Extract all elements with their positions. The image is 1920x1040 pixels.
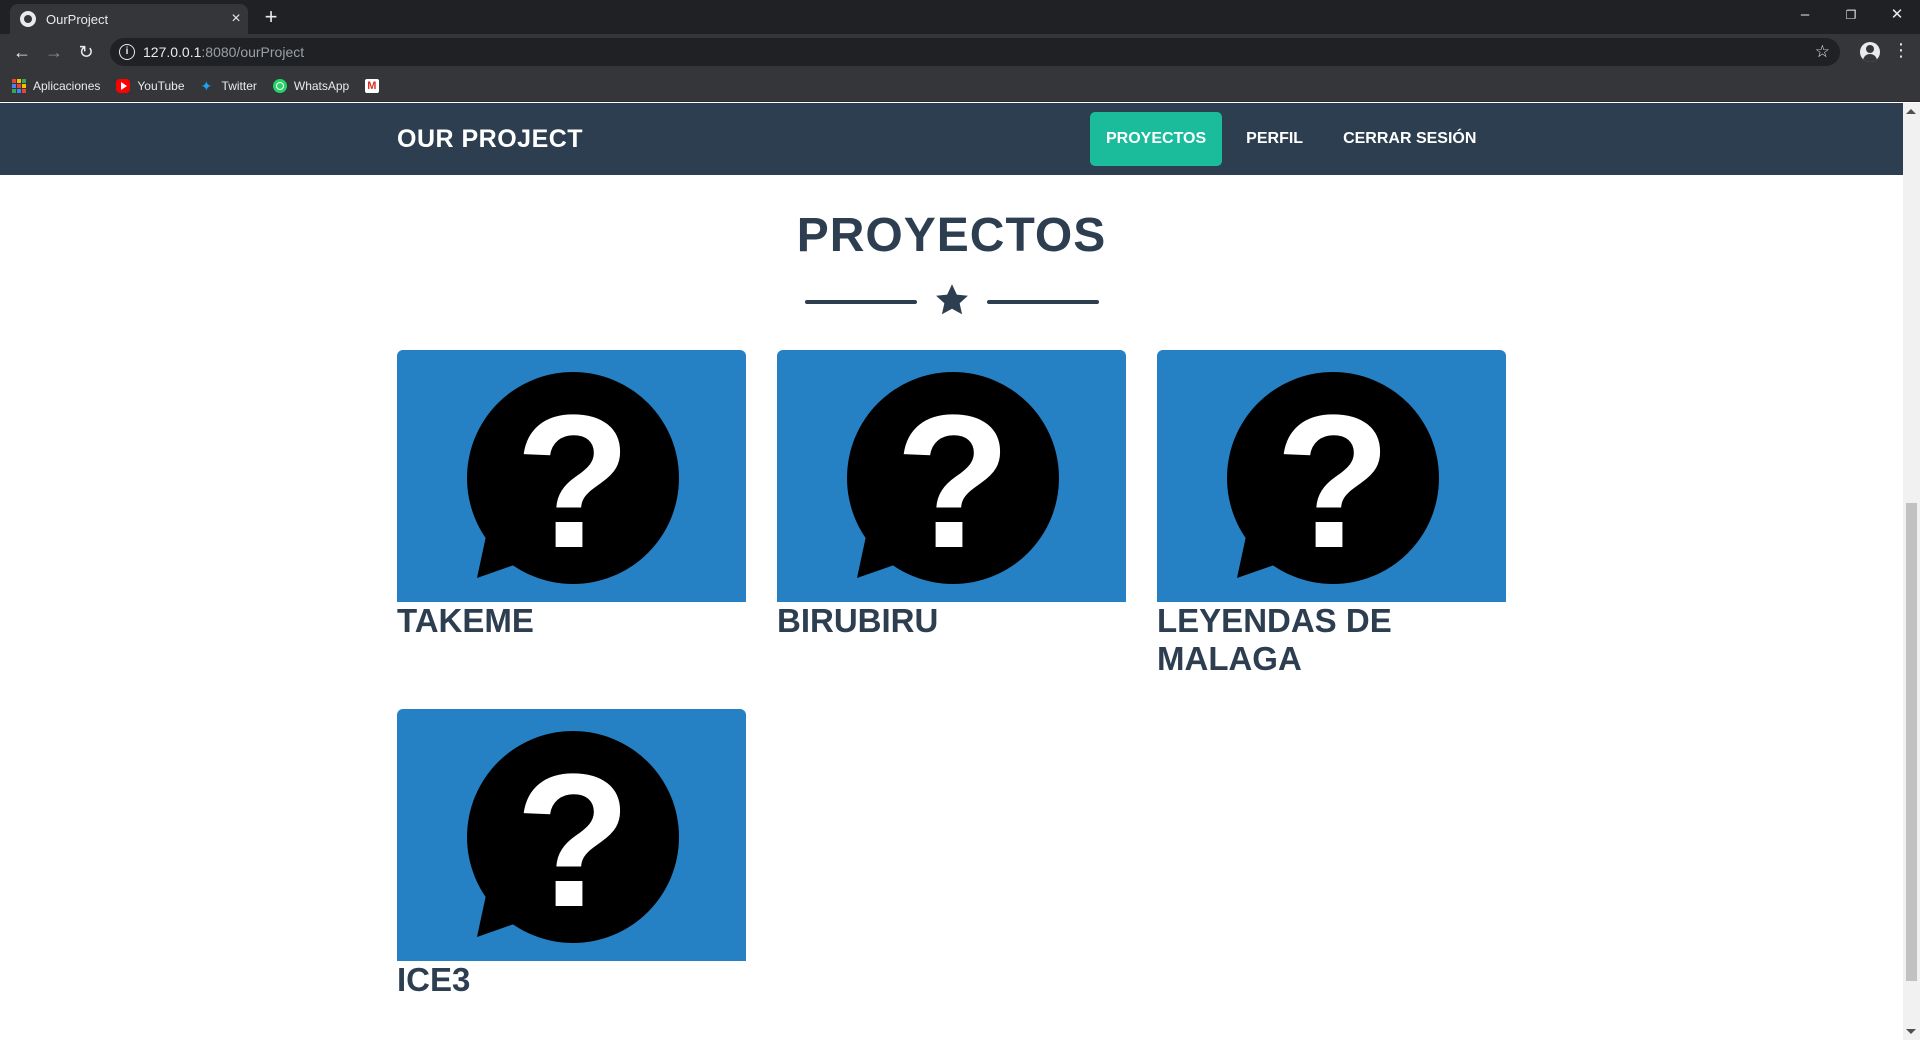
nav-perfil[interactable]: PERFIL xyxy=(1230,112,1319,166)
browser-tab[interactable]: OurProject × xyxy=(10,4,248,34)
youtube-icon xyxy=(116,78,131,93)
question-bubble-icon: ? xyxy=(1227,372,1439,584)
twitter-icon: ✦ xyxy=(200,77,213,94)
bookmark-label: WhatsApp xyxy=(293,78,350,93)
bookmark-label: Twitter xyxy=(221,78,257,93)
question-bubble-icon: ? xyxy=(467,372,679,584)
browser-tab-bar: OurProject × + – ❐ ✕ xyxy=(0,0,1920,34)
back-arrow-icon[interactable]: ← xyxy=(6,36,38,68)
divider-line-left xyxy=(805,300,917,304)
bookmark-whatsapp[interactable]: WhatsApp xyxy=(272,78,350,93)
svg-text:?: ? xyxy=(1275,376,1391,584)
project-card-leyendas-de-malaga[interactable]: ? LEYENDAS DE MALAGA xyxy=(1157,350,1506,678)
url-path: :8080/ourProject xyxy=(201,44,305,60)
close-window-button[interactable]: ✕ xyxy=(1874,0,1920,30)
minimize-button[interactable]: – xyxy=(1782,0,1828,30)
bookmark-label: Aplicaciones xyxy=(33,78,101,93)
bookmark-twitter[interactable]: ✦ Twitter xyxy=(201,79,257,93)
project-image: ? xyxy=(397,350,746,602)
nav-links: PROYECTOS PERFIL CERRAR SESIÓN xyxy=(1090,112,1500,166)
project-card-ice3[interactable]: ? ICE3 xyxy=(397,709,746,999)
divider-line-right xyxy=(987,300,1099,304)
star-icon xyxy=(936,284,968,315)
bookmark-youtube[interactable]: YouTube xyxy=(116,78,185,93)
page-title: PROYECTOS xyxy=(796,209,1107,262)
project-title: LEYENDAS DE MALAGA xyxy=(1157,602,1392,677)
apps-icon xyxy=(12,78,26,93)
svg-text:?: ? xyxy=(895,376,1011,584)
url-host: 127.0.0.1 xyxy=(143,44,202,60)
question-bubble-icon: ? xyxy=(847,372,1059,584)
tab-close-icon[interactable]: × xyxy=(224,10,248,28)
site-info-icon[interactable]: i xyxy=(119,44,135,60)
bookmark-star-icon[interactable]: ☆ xyxy=(1815,42,1830,62)
title-divider xyxy=(805,281,1099,321)
site-brand[interactable]: OUR PROJECT xyxy=(397,125,583,154)
site-navbar: OUR PROJECT PROYECTOS PERFIL CERRAR SESI… xyxy=(0,103,1903,175)
nav-cerrar-sesion[interactable]: CERRAR SESIÓN xyxy=(1327,112,1492,166)
gmail-icon xyxy=(365,78,380,93)
project-title: BIRUBIRU xyxy=(777,602,939,639)
page-scrollbar[interactable] xyxy=(1903,103,1920,1040)
project-title: TAKEME xyxy=(397,602,534,639)
bookmark-gmail[interactable] xyxy=(365,78,386,93)
bookmark-apps[interactable]: Aplicaciones xyxy=(12,78,101,93)
page-viewport: OUR PROJECT PROYECTOS PERFIL CERRAR SESI… xyxy=(0,103,1903,1040)
nav-proyectos[interactable]: PROYECTOS xyxy=(1090,112,1223,166)
forward-arrow-icon[interactable]: → xyxy=(38,36,70,68)
reload-icon[interactable]: ↻ xyxy=(70,36,102,68)
svg-text:?: ? xyxy=(515,376,631,584)
project-image: ? xyxy=(397,709,746,961)
project-card-takeme[interactable]: ? TAKEME xyxy=(397,350,746,640)
project-card-birubiru[interactable]: ? BIRUBIRU xyxy=(777,350,1126,640)
scroll-down-arrow-icon[interactable] xyxy=(1906,1029,1916,1034)
svg-text:?: ? xyxy=(515,735,631,943)
scrollbar-thumb[interactable] xyxy=(1906,503,1917,981)
tab-title: OurProject xyxy=(46,11,109,27)
project-image: ? xyxy=(777,350,1126,602)
whatsapp-icon xyxy=(272,78,287,93)
question-bubble-icon: ? xyxy=(467,731,679,943)
browser-toolbar: ← → ↻ i 127.0.0.1 :8080/ourProject ☆ ⋮ xyxy=(0,34,1920,70)
bookmarks-bar: Aplicaciones YouTube ✦ Twitter WhatsApp xyxy=(0,70,1920,102)
profile-avatar-icon[interactable] xyxy=(1860,42,1880,62)
project-image: ? xyxy=(1157,350,1506,602)
project-title: ICE3 xyxy=(397,961,471,998)
restore-button[interactable]: ❐ xyxy=(1828,0,1874,30)
scroll-up-arrow-icon[interactable] xyxy=(1906,109,1916,114)
bookmark-label: YouTube xyxy=(137,78,185,93)
globe-icon xyxy=(20,11,36,27)
new-tab-button[interactable]: + xyxy=(258,4,284,30)
address-bar[interactable]: i 127.0.0.1 :8080/ourProject ☆ xyxy=(110,38,1840,66)
menu-kebab-icon[interactable]: ⋮ xyxy=(1892,40,1910,61)
